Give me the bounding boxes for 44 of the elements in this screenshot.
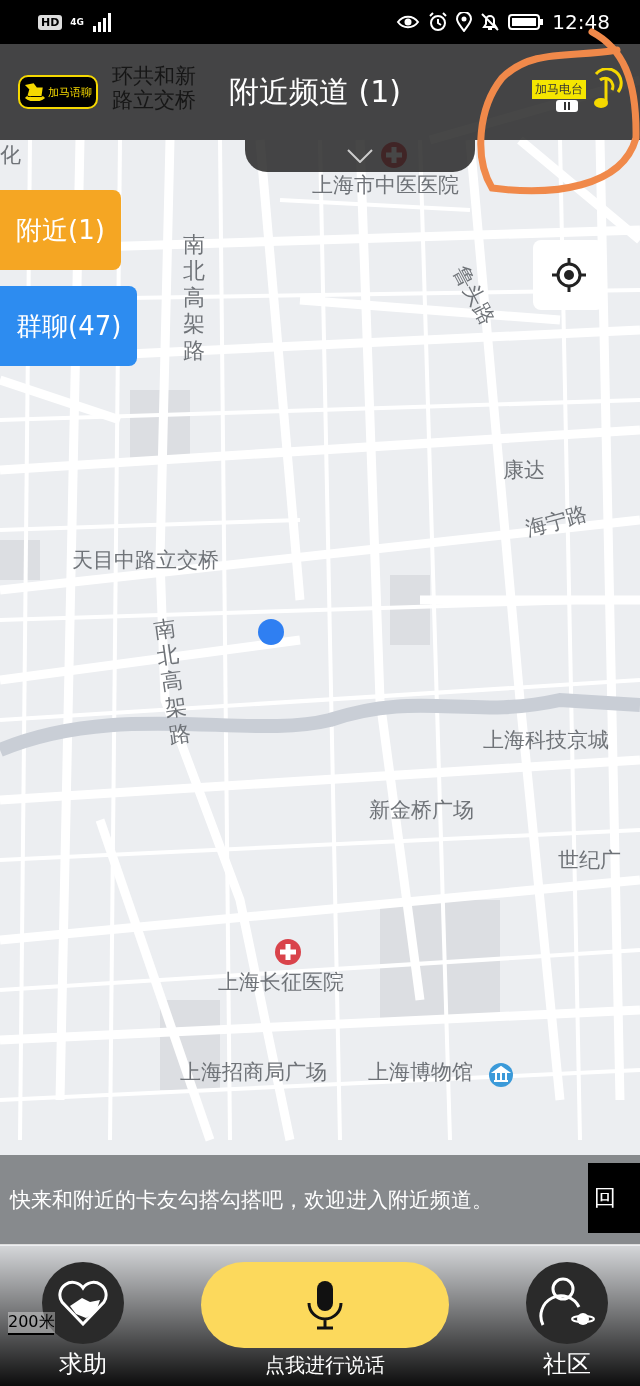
logo-text: 加马语聊 xyxy=(48,84,92,100)
battery-icon xyxy=(508,13,545,31)
crosshair-icon xyxy=(550,257,587,293)
map-scale-label: 200米 xyxy=(8,1312,55,1333)
map-label: 康达 xyxy=(503,458,545,483)
map-label: 新金桥广场 xyxy=(369,798,474,823)
current-location-dot xyxy=(258,619,284,645)
signal-icon xyxy=(92,12,114,32)
building-block xyxy=(0,540,40,580)
eye-icon xyxy=(396,13,421,31)
map-label: 南北高架路 xyxy=(152,614,193,749)
building-block xyxy=(390,575,430,645)
map-label: 天目中路立交桥 xyxy=(72,548,219,573)
replay-button[interactable]: 回 xyxy=(588,1163,640,1233)
map-label: 海宁路 xyxy=(523,501,591,542)
channel-title: 附近频道 (1) xyxy=(229,72,401,111)
muted-bell-icon xyxy=(480,12,501,32)
help-label: 求助 xyxy=(59,1349,107,1380)
map-scale-bar xyxy=(8,1333,54,1335)
map-label: 世纪广 xyxy=(558,848,621,873)
expand-tab[interactable] xyxy=(245,140,475,172)
banner-message: 快来和附近的卡友勾搭勾搭吧，欢迎进入附近频道。 xyxy=(10,1186,493,1214)
map-label: 上海博物馆 xyxy=(368,1060,473,1085)
location-icon xyxy=(456,12,473,32)
heart-handshake-icon xyxy=(58,1280,108,1326)
network-type-label: 4G xyxy=(70,17,84,27)
radio-label: 加马电台 xyxy=(532,80,586,99)
community-label: 社区 xyxy=(543,1349,591,1380)
chevron-down-icon xyxy=(347,149,373,163)
map-label: 上海科技京城 xyxy=(483,728,609,753)
radio-toggle[interactable]: 加马电台 xyxy=(532,62,624,122)
map-label: 上海长征医院 xyxy=(218,970,344,995)
alarm-icon xyxy=(428,12,449,32)
hospital-cross-icon xyxy=(274,938,302,966)
clock-time: 12:48 xyxy=(552,10,610,34)
map-label: 化 xyxy=(0,143,21,168)
map-label: 上海招商局广场 xyxy=(180,1060,327,1085)
talk-hint: 点我进行说话 xyxy=(265,1352,385,1379)
microphone-icon xyxy=(305,1279,345,1331)
hd-badge: HD xyxy=(38,14,63,30)
map-label: 南北高架路 xyxy=(183,232,205,364)
map-label: 上海市中医医院 xyxy=(312,173,459,198)
app-logo[interactable]: 加马语聊 xyxy=(18,75,98,109)
map-label: 鲁头路 xyxy=(448,262,500,329)
